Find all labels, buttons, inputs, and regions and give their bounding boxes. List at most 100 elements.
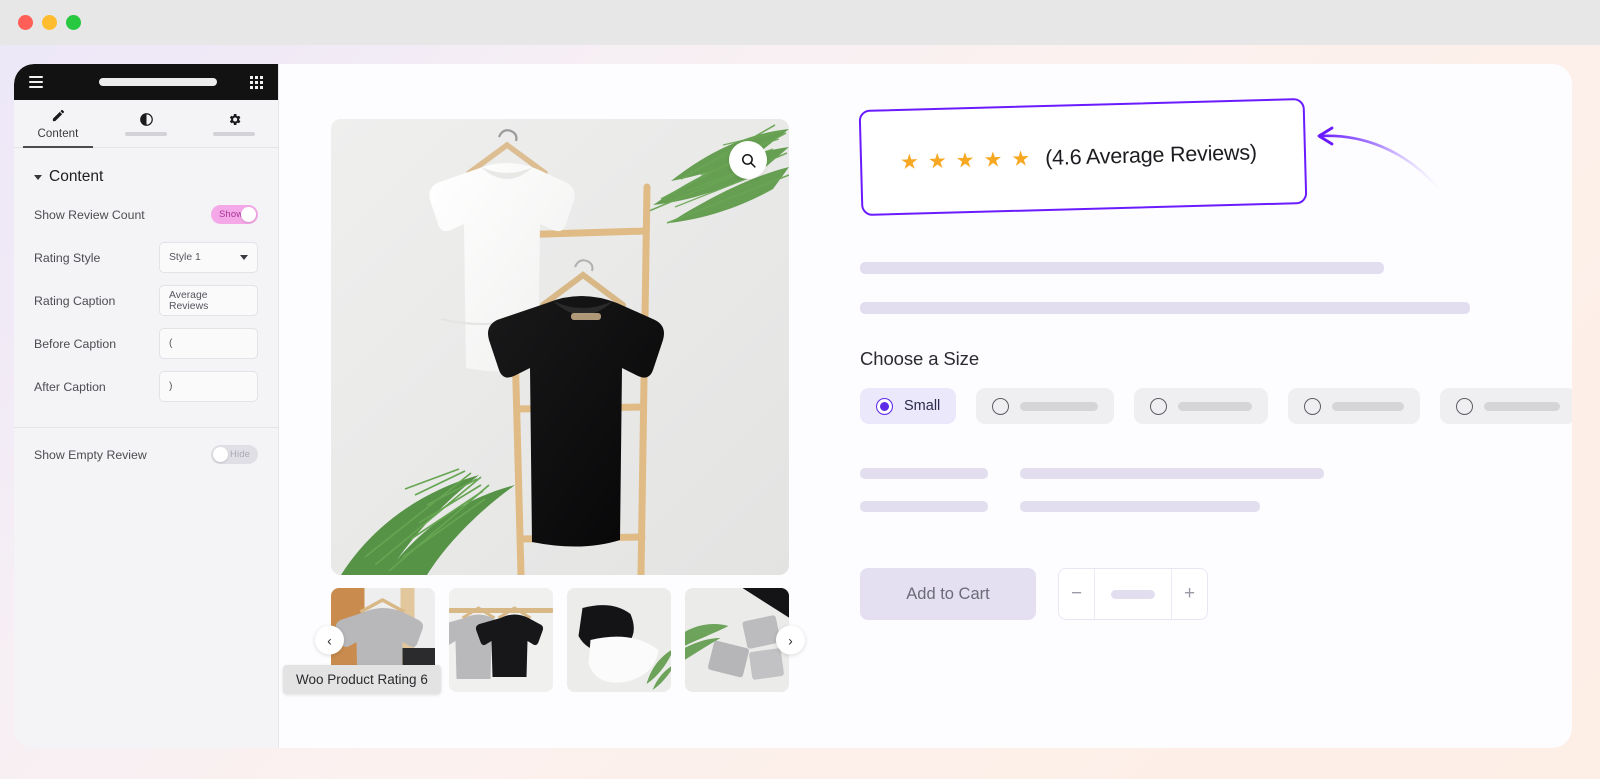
toggle-knob bbox=[241, 207, 256, 222]
tab-content-label: Content bbox=[37, 127, 79, 140]
show-empty-review-toggle[interactable]: Hide bbox=[211, 445, 258, 464]
rating-caption-input[interactable]: Average Reviews bbox=[159, 285, 258, 316]
tab-advanced[interactable] bbox=[190, 100, 278, 147]
editor-canvas: Content Content Show Review Count Show R… bbox=[14, 64, 1572, 748]
size-option-skeleton bbox=[1332, 401, 1405, 411]
gallery-next-button[interactable]: › bbox=[776, 625, 805, 655]
size-option-5[interactable] bbox=[1440, 388, 1572, 424]
gear-icon bbox=[227, 112, 242, 127]
rating-caption-text: (4.6 Average Reviews) bbox=[1044, 139, 1258, 170]
size-option-small[interactable]: Small bbox=[860, 388, 957, 424]
tab-content[interactable]: Content bbox=[14, 100, 102, 148]
thumbnail-2[interactable] bbox=[449, 588, 553, 692]
skeleton-bar bbox=[860, 262, 1384, 274]
star-icon-2: ★ bbox=[927, 149, 948, 173]
star-icon-5: ★ bbox=[1011, 146, 1031, 171]
after-caption-input[interactable]: ) bbox=[159, 371, 258, 402]
description-skeleton bbox=[860, 262, 1544, 314]
row-before-caption: Before Caption ( bbox=[14, 323, 278, 364]
toggle-knob bbox=[213, 447, 228, 462]
tab-style[interactable] bbox=[102, 100, 190, 147]
search-icon bbox=[740, 152, 757, 169]
pencil-icon bbox=[51, 108, 66, 123]
skeleton-bar bbox=[860, 302, 1470, 314]
row-show-empty-review: Show Empty Review Hide bbox=[14, 434, 278, 475]
show-review-count-toggle-text: Show bbox=[219, 209, 244, 220]
grid-icon[interactable] bbox=[250, 75, 263, 89]
before-caption-input[interactable]: ( bbox=[159, 328, 258, 359]
radio-icon bbox=[1150, 397, 1168, 415]
show-review-count-toggle[interactable]: Show bbox=[211, 205, 258, 224]
skeleton-row bbox=[860, 468, 1544, 479]
quantity-decrement-button[interactable]: − bbox=[1059, 569, 1094, 619]
attributes-skeleton bbox=[860, 468, 1544, 512]
size-option-skeleton bbox=[1178, 401, 1253, 411]
product-hero-image[interactable] bbox=[331, 119, 789, 575]
contrast-icon bbox=[139, 112, 154, 127]
thumbnail-3[interactable] bbox=[567, 588, 671, 692]
row-rating-caption: Rating Caption Average Reviews bbox=[14, 280, 278, 321]
rating-highlight-wrapper: ★ ★ ★ ★ ★ (4.6 Average Reviews) bbox=[858, 97, 1442, 217]
product-rating-widget[interactable]: ★ ★ ★ ★ ★ (4.6 Average Reviews) bbox=[858, 97, 1308, 217]
size-options: Small bbox=[860, 388, 1572, 424]
rating-style-value: Style 1 bbox=[169, 252, 201, 263]
skeleton-bar bbox=[1111, 589, 1155, 599]
sidebar-topbar-skeleton bbox=[98, 78, 217, 86]
size-option-skeleton bbox=[1020, 401, 1099, 411]
size-section-title: Choose a Size bbox=[860, 348, 980, 369]
chevron-down-icon bbox=[240, 255, 248, 260]
size-option-3[interactable] bbox=[1134, 388, 1269, 424]
radio-icon bbox=[992, 397, 1010, 415]
before-caption-label: Before Caption bbox=[34, 336, 117, 351]
gallery-prev-button[interactable]: ‹ bbox=[315, 625, 344, 655]
pointer-arrow-icon bbox=[1317, 126, 1442, 192]
after-caption-label: After Caption bbox=[34, 379, 106, 394]
cart-controls: Add to Cart − + bbox=[860, 568, 1544, 620]
window-minimize-button[interactable] bbox=[42, 15, 57, 30]
skeleton-bar bbox=[1020, 468, 1324, 479]
window-maximize-button[interactable] bbox=[66, 15, 81, 30]
radio-icon bbox=[1304, 397, 1322, 415]
skeleton-row bbox=[860, 501, 1544, 512]
star-icon-3: ★ bbox=[955, 148, 975, 172]
quantity-value[interactable] bbox=[1094, 569, 1172, 619]
size-option-2[interactable] bbox=[976, 388, 1115, 424]
chevron-down-icon bbox=[34, 174, 42, 180]
skeleton-bar bbox=[860, 501, 988, 512]
size-option-skeleton bbox=[1484, 401, 1561, 411]
skeleton-bar bbox=[860, 468, 988, 479]
product-preview: ‹ › Woo Product Rating 6 ★ ★ ★ ★ ★ (4.6 … bbox=[279, 64, 1572, 748]
quantity-stepper: − + bbox=[1058, 568, 1208, 620]
size-option-4[interactable] bbox=[1288, 388, 1421, 424]
thumbnail-3-image bbox=[567, 588, 671, 692]
thumbnail-strip: ‹ › Woo Product Rating 6 bbox=[283, 588, 805, 694]
image-zoom-button[interactable] bbox=[729, 141, 767, 179]
editor-sidebar: Content Content Show Review Count Show R… bbox=[14, 64, 279, 748]
show-empty-review-toggle-text: Hide bbox=[230, 449, 250, 460]
quantity-increment-button[interactable]: + bbox=[1172, 569, 1207, 619]
star-icon-1: ★ bbox=[899, 149, 920, 174]
tab-style-skeleton bbox=[125, 131, 167, 136]
tab-advanced-skeleton bbox=[213, 131, 255, 136]
content-section-header[interactable]: Content bbox=[14, 148, 278, 192]
sidebar-tabs: Content bbox=[14, 100, 278, 148]
hamburger-icon[interactable] bbox=[29, 76, 43, 88]
window-close-button[interactable] bbox=[18, 15, 33, 30]
thumbnail-4-image bbox=[685, 588, 789, 692]
rating-stars: ★ ★ ★ ★ ★ bbox=[899, 146, 1031, 174]
radio-icon bbox=[1456, 397, 1474, 415]
product-gallery: ‹ › Woo Product Rating 6 bbox=[283, 119, 805, 694]
product-info: ★ ★ ★ ★ ★ (4.6 Average Reviews) Choose a… bbox=[844, 97, 1572, 620]
widget-tooltip: Woo Product Rating 6 bbox=[283, 665, 441, 694]
show-review-count-label: Show Review Count bbox=[34, 207, 145, 222]
tshirt-photo bbox=[331, 119, 789, 575]
thumbnail-2-image bbox=[449, 588, 553, 692]
show-empty-review-label: Show Empty Review bbox=[34, 447, 147, 462]
add-to-cart-button[interactable]: Add to Cart bbox=[860, 568, 1036, 620]
app-root: Content Content Show Review Count Show R… bbox=[0, 0, 1600, 779]
thumbnail-4[interactable] bbox=[685, 588, 789, 692]
size-option-label: Small bbox=[904, 398, 941, 414]
rating-style-select[interactable]: Style 1 bbox=[159, 242, 258, 273]
row-after-caption: After Caption ) bbox=[14, 366, 278, 407]
rating-caption-label: Rating Caption bbox=[34, 293, 116, 308]
